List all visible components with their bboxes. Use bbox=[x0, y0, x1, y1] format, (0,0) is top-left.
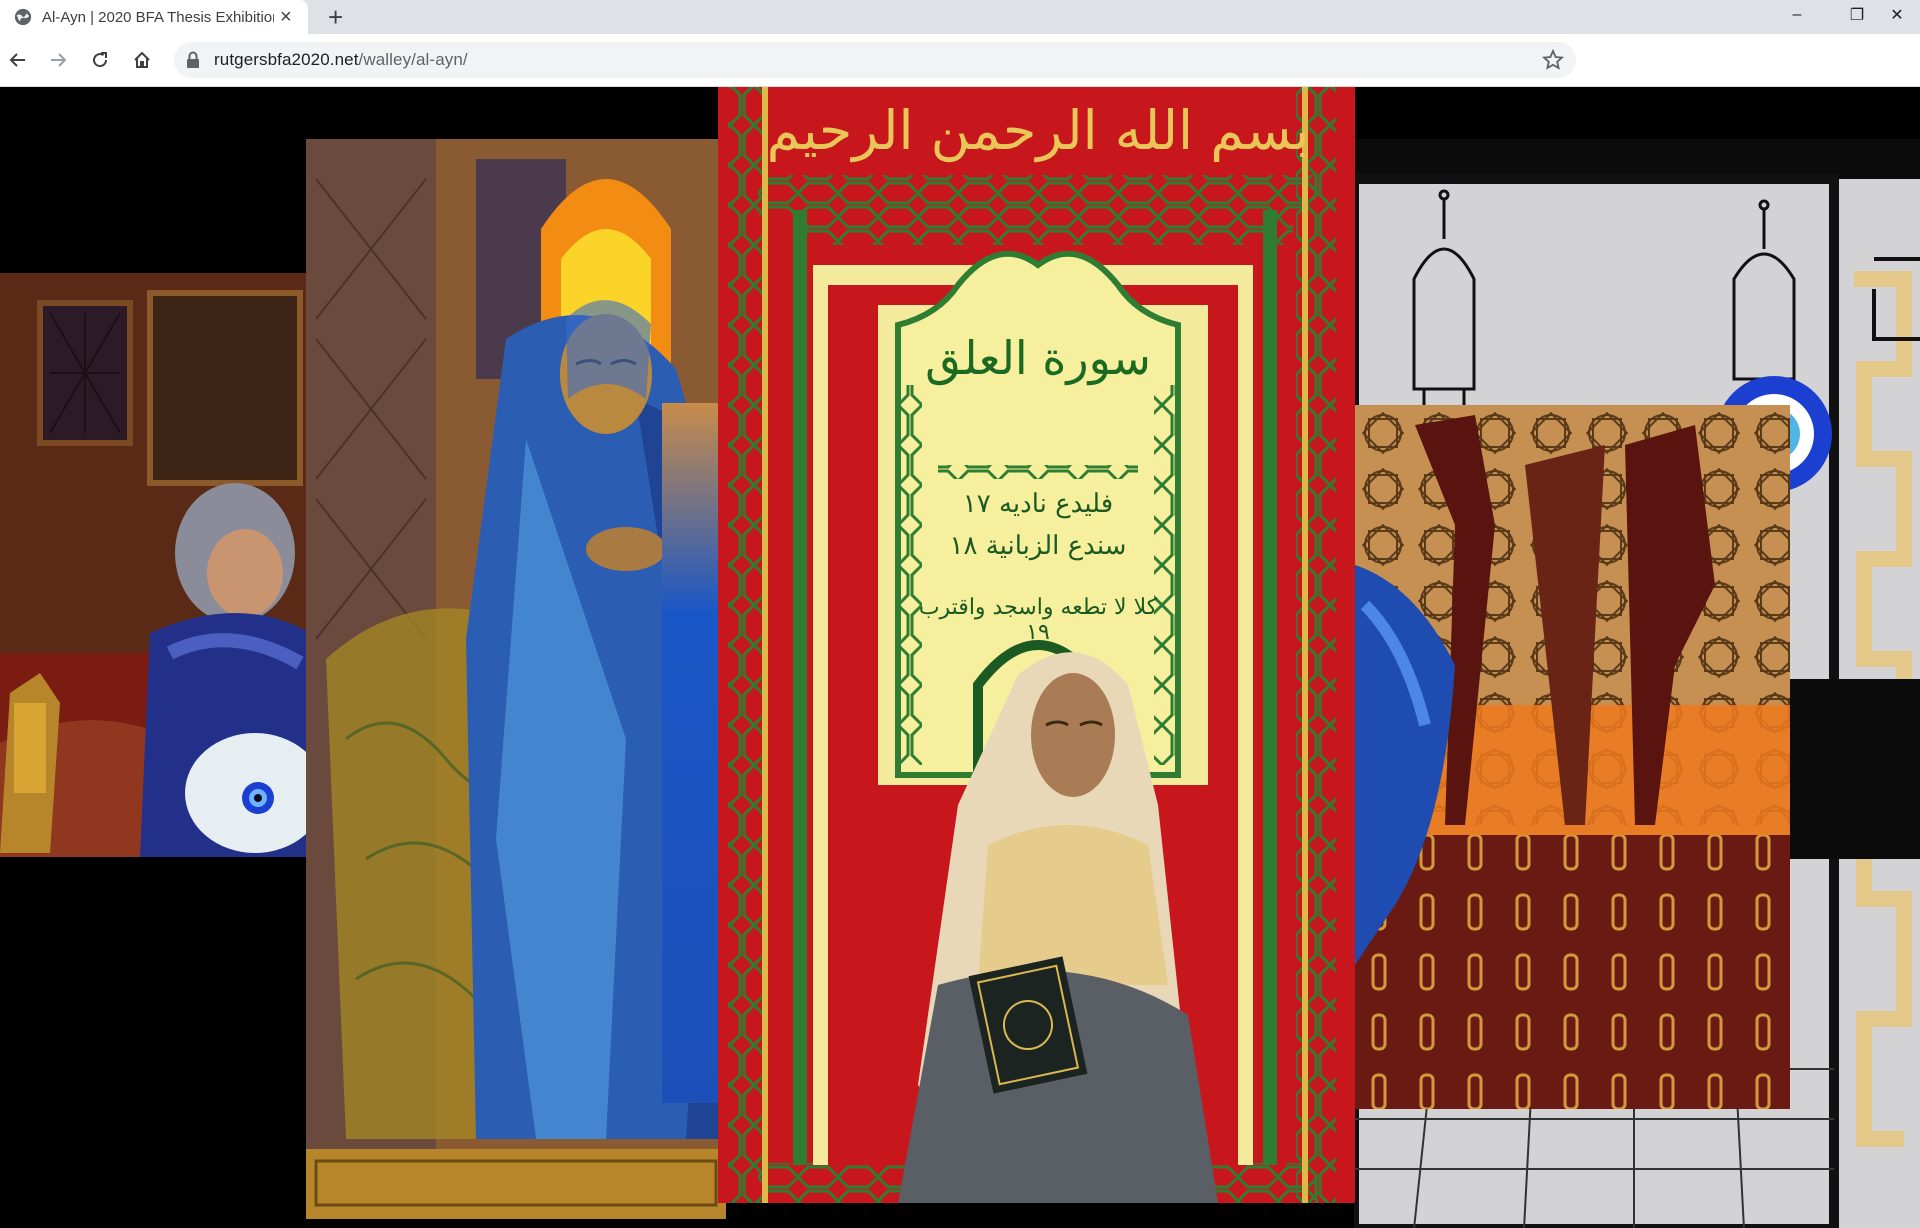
forward-button[interactable] bbox=[44, 46, 72, 74]
artwork-geometric-screen bbox=[1355, 405, 1790, 1109]
home-button[interactable] bbox=[128, 46, 156, 74]
close-icon: ✕ bbox=[1890, 7, 1904, 24]
surah-title: سورة العلق bbox=[925, 331, 1151, 385]
verse-19: كلا لا تطعه واسجد واقترب ١٩ bbox=[918, 595, 1158, 645]
reload-button[interactable] bbox=[86, 46, 114, 74]
home-icon bbox=[134, 51, 150, 68]
quran-page-illustration bbox=[718, 87, 1355, 1203]
star-icon[interactable] bbox=[1542, 49, 1564, 71]
minimize-icon: – bbox=[1792, 6, 1802, 23]
url-path: /walley/al-ayn/ bbox=[358, 50, 468, 69]
minimize-button[interactable]: – bbox=[1774, 0, 1820, 30]
forward-icon bbox=[51, 53, 67, 67]
new-tab-button[interactable]: + bbox=[328, 4, 343, 30]
back-button[interactable] bbox=[4, 46, 32, 74]
tab-title: Al-Ayn | 2020 BFA Thesis Exhibition bbox=[42, 8, 274, 26]
maximize-icon: ❐ bbox=[1849, 7, 1865, 24]
url-host: rutgersbfa2020.net bbox=[214, 50, 359, 69]
lock-icon bbox=[187, 51, 199, 68]
browser-tab[interactable]: Al-Ayn | 2020 BFA Thesis Exhibition × bbox=[0, 0, 308, 34]
tab-close-button[interactable]: × bbox=[280, 7, 292, 27]
artwork-quran-page: بسم الله الرحمن الرحيم سورة العلق فليدع … bbox=[718, 87, 1355, 1203]
close-window-button[interactable]: ✕ bbox=[1874, 0, 1920, 30]
reload-icon bbox=[93, 52, 108, 68]
browser-toolbar: rutgersbfa2020.net/walley/al-ayn/ bbox=[0, 34, 1920, 87]
basmala-heading: بسم الله الرحمن الرحيم bbox=[766, 99, 1310, 162]
verse-17: فليدع ناديه ١٧ bbox=[962, 489, 1114, 519]
globe-icon bbox=[14, 8, 32, 26]
geometric-screen-illustration bbox=[1355, 405, 1790, 1109]
url-text: rutgersbfa2020.net/walley/al-ayn/ bbox=[214, 50, 468, 70]
seated-woman-illustration bbox=[0, 273, 310, 857]
artwork-seated-woman bbox=[0, 273, 310, 857]
artwork-stage: بسم الله الرحمن الرحيم سورة العلق فليدع … bbox=[0, 87, 1920, 1228]
tab-strip: Al-Ayn | 2020 BFA Thesis Exhibition × + … bbox=[0, 0, 1920, 34]
address-bar[interactable]: rutgersbfa2020.net/walley/al-ayn/ bbox=[174, 42, 1576, 78]
verse-18: سندع الزبانية ١٨ bbox=[949, 531, 1127, 561]
back-icon bbox=[9, 53, 25, 67]
